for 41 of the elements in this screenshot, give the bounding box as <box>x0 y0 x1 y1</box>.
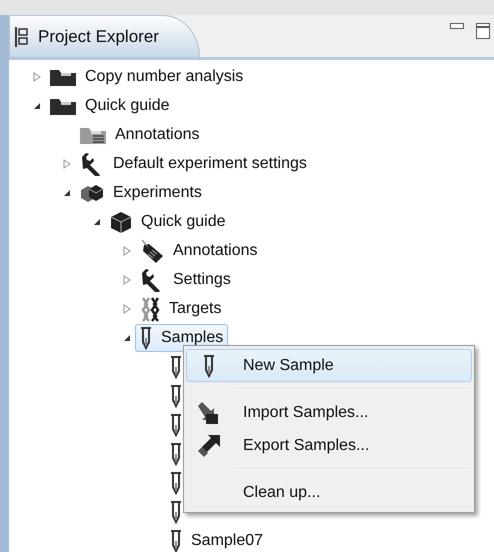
tube-icon <box>169 500 183 524</box>
tree-item[interactable]: Copy number analysis <box>45 62 248 90</box>
tube-icon <box>169 384 183 408</box>
collapsed-arrow-icon[interactable] <box>123 274 131 284</box>
tree-item[interactable]: Annotations <box>75 120 205 148</box>
tube-icon <box>202 354 216 378</box>
project-explorer-tab[interactable]: Project Explorer <box>9 15 200 57</box>
expanded-arrow-icon[interactable] <box>93 218 101 226</box>
minimize-icon[interactable] <box>450 23 464 31</box>
arrow-up-right-icon <box>196 432 222 458</box>
tube-icon <box>169 412 183 436</box>
tree-item[interactable]: Experiments <box>75 178 207 206</box>
tube-icon <box>169 470 183 494</box>
tree-item[interactable]: Targets <box>135 294 226 322</box>
expanded-arrow-icon[interactable] <box>33 102 41 110</box>
tube-icon <box>169 442 183 466</box>
collapsed-arrow-icon[interactable] <box>33 72 41 82</box>
tree-item[interactable]: Annotations <box>135 236 263 264</box>
collapsed-arrow-icon[interactable] <box>123 246 131 256</box>
tree-item[interactable]: Samples <box>135 324 228 352</box>
collapsed-arrow-icon[interactable] <box>123 304 131 314</box>
tube-icon <box>169 354 183 378</box>
tree-item[interactable]: Default experiment settings <box>75 150 312 178</box>
tag-icon <box>139 238 165 264</box>
targets-icon <box>139 296 161 322</box>
tree-item[interactable]: Quick guide <box>105 208 230 236</box>
tree-item[interactable]: Sample07 <box>165 526 268 552</box>
collapsed-arrow-icon[interactable] <box>63 158 71 168</box>
tree-view-icon <box>14 26 28 48</box>
expanded-arrow-icon[interactable] <box>123 334 131 342</box>
tube-icon <box>169 528 183 552</box>
menu-item[interactable]: Import Samples... <box>186 396 472 429</box>
menu-item[interactable]: New Sample <box>186 349 472 382</box>
tube-icon <box>139 326 153 350</box>
tree-item[interactable]: Settings <box>135 266 236 294</box>
box-icon <box>109 210 133 232</box>
menu-item[interactable]: Clean up... <box>186 476 472 509</box>
menu-item[interactable]: Export Samples... <box>186 429 472 462</box>
tree-item[interactable]: Quick guide <box>45 92 174 120</box>
expanded-arrow-icon[interactable] <box>63 188 71 196</box>
maximize-icon[interactable] <box>476 23 490 39</box>
